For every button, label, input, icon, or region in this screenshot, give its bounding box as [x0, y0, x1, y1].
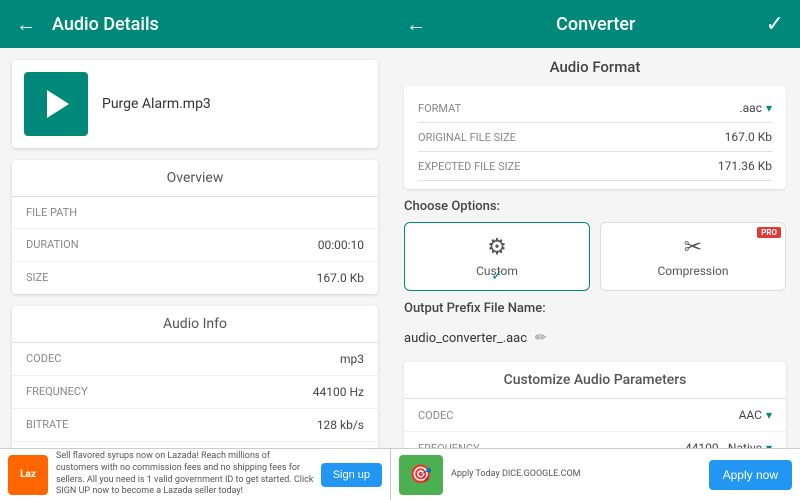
signup-button[interactable]: Sign up	[321, 463, 382, 487]
format-label: FORMAT	[418, 102, 461, 115]
compression-icon: ✂	[684, 235, 702, 260]
format-row: FORMAT .aac ▾	[418, 94, 772, 123]
play-button[interactable]	[24, 72, 88, 136]
right-panel: ← Converter ✓ Audio Format FORMAT .aac ▾…	[390, 0, 800, 500]
right-ad-banner: 🎯 Apply Today DICE.GOOGLE.COM Apply now	[390, 448, 800, 500]
customize-header: Customize Audio Parameters	[404, 362, 786, 399]
codec-value: mp3	[340, 352, 364, 366]
codec-param-row: CODEC AAC ▾	[404, 399, 786, 432]
left-header: ← Audio Details	[0, 0, 390, 48]
compression-label: Compression	[657, 264, 728, 278]
ad-image: 🎯	[399, 455, 443, 495]
frequency-param-row: FREQUENCY 44100 - Native ▾	[404, 432, 786, 448]
output-prefix-label: Output Prefix File Name:	[404, 301, 786, 316]
play-icon	[47, 90, 69, 118]
bitrate-label: BITRATE	[26, 418, 68, 432]
size-label: SIZE	[26, 271, 48, 285]
options-row: ⚙ Custom ✓ PRO ✂ Compression	[404, 222, 786, 291]
format-value[interactable]: .aac ▾	[739, 101, 772, 115]
right-header: ← Converter ✓	[390, 0, 800, 48]
ad-logo: Laz	[8, 455, 48, 495]
original-size-value: 167.0 Kb	[725, 130, 772, 144]
output-filename-text: audio_converter_.aac	[404, 331, 527, 346]
output-prefix-section: Output Prefix File Name: audio_converter…	[404, 301, 786, 352]
size-row: SIZE 167.0 Kb	[12, 262, 378, 294]
right-panel-title: Converter	[556, 14, 635, 35]
original-size-row: ORIGINAL FILE SIZE 167.0 Kb	[418, 123, 772, 152]
audio-preview-card: Purge Alarm.mp3	[12, 60, 378, 148]
right-ad-text: Apply Today DICE.GOOGLE.COM	[451, 469, 709, 481]
frequency-row: FREQUNECY 44100 Hz	[12, 376, 378, 409]
pro-badge: PRO	[757, 227, 781, 238]
codec-param-label: CODEC	[418, 409, 453, 422]
overview-card: Overview FILE PATH DURATION 00:00:10 SIZ…	[12, 160, 378, 294]
left-ad-banner: Laz Sell flavored syrups now on Lazada! …	[0, 448, 390, 500]
codec-row: CODEC mp3	[12, 343, 378, 376]
customize-section: Customize Audio Parameters CODEC AAC ▾ F…	[404, 362, 786, 448]
right-back-button[interactable]: ←	[406, 12, 426, 37]
left-panel-title: Audio Details	[52, 14, 159, 35]
left-panel: ← Audio Details Purge Alarm.mp3 Overview…	[0, 0, 390, 500]
bitrate-value: 128 kb/s	[317, 418, 364, 432]
edit-filename-button[interactable]: ✏	[535, 330, 547, 346]
overview-title: Overview	[12, 160, 378, 197]
frequency-value: 44100 Hz	[313, 385, 364, 399]
audio-format-title: Audio Format	[404, 58, 786, 76]
frequency-label: FREQUNECY	[26, 385, 88, 399]
duration-row: DURATION 00:00:10	[12, 229, 378, 262]
file-path-label: FILE PATH	[26, 206, 77, 219]
size-value: 167.0 Kb	[317, 271, 364, 285]
codec-param-value[interactable]: AAC ▾	[739, 408, 772, 422]
format-dropdown-icon: ▾	[766, 101, 772, 115]
audio-info-card: Audio Info CODEC mp3 FREQUNECY 44100 Hz …	[12, 306, 378, 448]
ad-text: Sell flavored syrups now on Lazada! Reac…	[56, 451, 315, 498]
frequency-param-text: 44100 - Native	[685, 441, 762, 448]
custom-gear-icon: ⚙	[487, 235, 507, 260]
right-content: Audio Format FORMAT .aac ▾ ORIGINAL FILE…	[390, 48, 800, 448]
codec-dropdown-icon: ▾	[766, 408, 772, 422]
file-path-row: FILE PATH	[12, 197, 378, 229]
duration-value: 00:00:10	[318, 238, 364, 252]
custom-check-badge: ✓	[491, 268, 503, 284]
left-back-button[interactable]: ←	[16, 12, 36, 37]
apply-now-button[interactable]: Apply now	[709, 460, 792, 490]
codec-label: CODEC	[26, 352, 61, 366]
original-size-label: ORIGINAL FILE SIZE	[418, 131, 516, 144]
duration-label: DURATION	[26, 238, 79, 252]
compression-option[interactable]: PRO ✂ Compression	[600, 222, 786, 291]
expected-size-row: EXPECTED FILE SIZE 171.36 Kb	[418, 152, 772, 181]
custom-option[interactable]: ⚙ Custom ✓	[404, 222, 590, 291]
audio-info-title: Audio Info	[12, 306, 378, 343]
codec-param-text: AAC	[739, 408, 762, 422]
expected-size-label: EXPECTED FILE SIZE	[418, 160, 520, 173]
format-value-text: .aac	[739, 101, 762, 115]
audio-filename: Purge Alarm.mp3	[102, 96, 211, 112]
left-content: Purge Alarm.mp3 Overview FILE PATH DURAT…	[0, 48, 390, 448]
frequency-dropdown-icon: ▾	[766, 441, 772, 448]
confirm-check-button[interactable]: ✓	[766, 12, 784, 37]
output-filename-row: audio_converter_.aac ✏	[404, 324, 786, 352]
expected-size-value: 171.36 Kb	[718, 159, 772, 173]
format-section: FORMAT .aac ▾ ORIGINAL FILE SIZE 167.0 K…	[404, 86, 786, 189]
frequency-param-value[interactable]: 44100 - Native ▾	[685, 441, 772, 448]
choose-options-label: Choose Options:	[404, 199, 786, 214]
bitrate-row: BITRATE 128 kb/s	[12, 409, 378, 442]
